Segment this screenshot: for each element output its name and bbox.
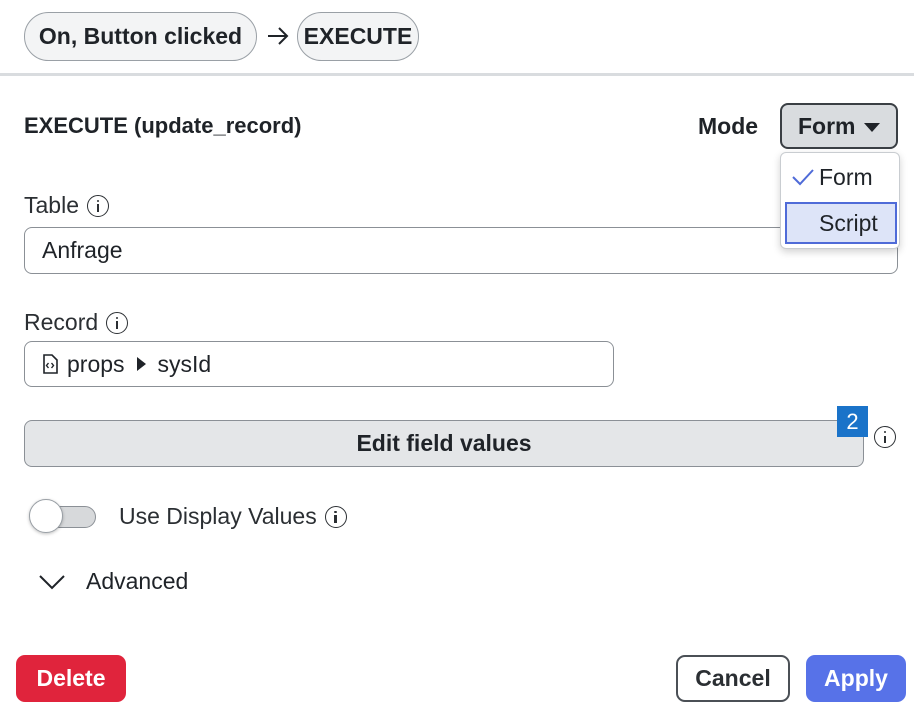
- field-count-badge: 2: [837, 406, 868, 437]
- mode-option-script-label: Script: [819, 209, 878, 236]
- record-path-part-sysid: sysId: [157, 350, 212, 377]
- toggle-knob: [29, 499, 63, 533]
- record-input[interactable]: props sysId: [24, 341, 614, 387]
- table-field-label: Table: [24, 192, 109, 219]
- mode-option-form[interactable]: Form: [781, 154, 899, 200]
- table-input[interactable]: Anfrage: [24, 227, 898, 274]
- info-icon[interactable]: [106, 311, 129, 334]
- advanced-label: Advanced: [86, 568, 189, 594]
- mode-option-form-label: Form: [819, 163, 873, 190]
- display-values-label: Use Display Values: [119, 503, 347, 530]
- mode-dropdown-menu: Form Script: [780, 152, 900, 249]
- caret-down-icon: [863, 122, 880, 132]
- cancel-button[interactable]: Cancel: [676, 655, 790, 702]
- info-icon[interactable]: [324, 505, 347, 528]
- record-path-part-props: props: [67, 350, 125, 377]
- delete-button[interactable]: Delete: [16, 655, 126, 702]
- chevron-down-icon: [39, 574, 65, 589]
- script-document-icon: [43, 354, 58, 374]
- action-pill[interactable]: EXECUTE: [297, 12, 419, 61]
- triangle-right-icon: [136, 357, 146, 371]
- display-values-toggle[interactable]: [29, 499, 96, 533]
- mode-dropdown-button[interactable]: Form: [780, 103, 898, 149]
- header-bar: On, Button clicked EXECUTE: [0, 0, 914, 76]
- table-input-value: Anfrage: [42, 237, 123, 263]
- record-label-text: Record: [24, 309, 99, 335]
- info-icon[interactable]: [874, 426, 896, 448]
- mode-selected-value: Form: [798, 112, 856, 139]
- panel-title: EXECUTE (update_record): [24, 113, 302, 138]
- checkmark-icon: [792, 169, 814, 186]
- trigger-pill[interactable]: On, Button clicked: [24, 12, 257, 61]
- apply-button[interactable]: Apply: [806, 655, 906, 702]
- edit-field-values-button[interactable]: Edit field values: [24, 420, 864, 467]
- record-field-label: Record: [24, 309, 129, 336]
- mode-label: Mode: [698, 113, 759, 139]
- display-values-text: Use Display Values: [119, 503, 317, 529]
- advanced-section-toggle[interactable]: Advanced: [38, 568, 188, 595]
- info-icon[interactable]: [86, 194, 109, 217]
- table-label-text: Table: [24, 192, 79, 218]
- mode-option-script[interactable]: Script: [785, 202, 897, 244]
- arrow-right-icon: [268, 27, 289, 45]
